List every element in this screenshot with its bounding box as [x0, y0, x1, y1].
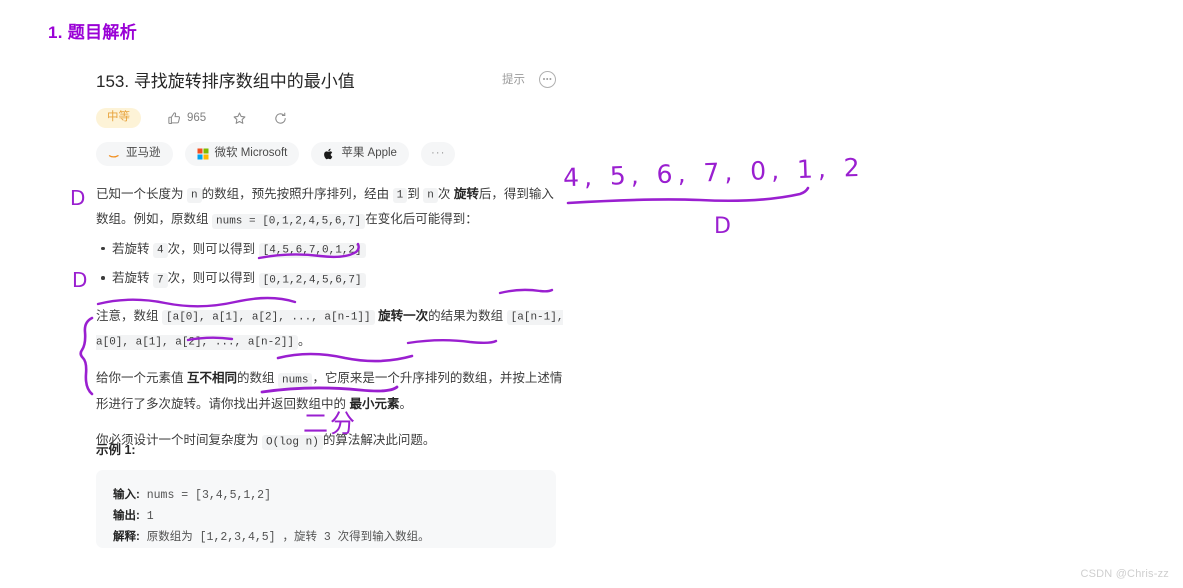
example-input-value: nums = [3,4,5,1,2]: [146, 489, 271, 502]
list-item: 若旋转 7 次，则可以得到 [0,1,2,4,5,6,7]: [101, 266, 564, 291]
p4-code-complexity: O(log n): [262, 434, 323, 450]
example-explain-label: 解释:: [113, 531, 140, 544]
p2-code-array-in: [a[0], a[1], a[2], ..., a[n-1]]: [162, 310, 375, 326]
description-paragraph-1: 已知一个长度为 n 的数组，预先按照升序排列，经由 1到 n次 旋转后，得到输入数…: [96, 182, 564, 233]
problem-description: 已知一个长度为 n 的数组，预先按照升序排列，经由 1到 n次 旋转后，得到输入数…: [96, 182, 564, 454]
example-output-value: 1: [146, 510, 154, 524]
p1-text-d: 次: [437, 186, 451, 201]
p3-text-b: 的数组: [237, 371, 275, 386]
problem-title-row: 153. 寻找旋转排序数组中的最小值 提示: [96, 64, 564, 94]
problem-meta-row: 中等 965: [96, 107, 564, 129]
bullet-2-array: [0,1,2,4,5,6,7]: [258, 272, 366, 288]
share-control[interactable]: [273, 111, 288, 126]
p3-text-d: 。: [399, 396, 413, 411]
problem-title-actions: 提示: [502, 70, 564, 88]
p1-text-f: 在变化后可能得到：: [365, 212, 478, 227]
bullet-2-text-a: 若旋转: [112, 271, 150, 286]
example-heading: 示例 1:: [96, 443, 136, 457]
p3-bold-min-element: 最小元素: [349, 396, 400, 411]
tag-apple[interactable]: 苹果 Apple: [311, 142, 409, 166]
margin-mark-two: D: [72, 268, 88, 292]
like-control[interactable]: 965: [167, 111, 206, 126]
bullet-1-array: [4,5,6,7,0,1,2]: [258, 243, 366, 259]
p3-text-a: 给你一个元素值: [96, 371, 184, 386]
example-output-line: 输出: 1: [113, 506, 556, 527]
p4-text-b: 的算法解决此问题。: [322, 433, 436, 448]
tag-amazon[interactable]: 亚马逊: [96, 142, 173, 166]
list-item: 若旋转 4 次，则可以得到 [4,5,6,7,0,1,2]: [101, 237, 564, 262]
p2-text-c: 。: [298, 333, 311, 348]
star-outline-icon: [233, 111, 246, 124]
p1-code-nums: nums = [0,1,2,4,5,6,7]: [212, 213, 366, 229]
problem-title[interactable]: 153. 寻找旋转排序数组中的最小值: [96, 67, 355, 92]
p3-code-nums: nums: [278, 372, 313, 388]
tag-label: 苹果 Apple: [341, 147, 397, 159]
company-tags: 亚马逊 微软 Microsoft 苹果 Apple ···: [96, 142, 564, 166]
example-input-line: 输入: nums = [3,4,5,1,2]: [113, 485, 556, 506]
problem-card: 153. 寻找旋转排序数组中的最小值 提示 中等 965 亚马逊 微软 Micr…: [96, 64, 564, 454]
description-paragraph-4: 你必须设计一个时间复杂度为 O(log n) 的算法解决此问题。: [96, 428, 564, 453]
underline-sequence: [566, 186, 810, 205]
more-dots-icon: ···: [430, 147, 446, 159]
hint-button[interactable]: 提示: [502, 71, 525, 87]
like-count: 965: [187, 112, 207, 124]
bullet-2-text-b: 次，则可以得到: [167, 271, 256, 286]
p2-text-a: 注意，数组: [96, 308, 159, 323]
thumbs-up-icon: [168, 111, 181, 124]
example-bullet-list: 若旋转 4 次，则可以得到 [4,5,6,7,0,1,2] 若旋转 7 次，则可以得…: [96, 237, 564, 292]
margin-mark-one: D: [70, 186, 86, 210]
description-paragraph-3: 给你一个元素值 互不相同的数组 nums ，它原来是一个升序排列的数组，并按上述情…: [96, 366, 564, 416]
circle-ellipsis-icon[interactable]: [539, 70, 556, 88]
example-code-block: 输入: nums = [3,4,5,1,2] 输出: 1 解释: 原数组为 [1…: [96, 470, 556, 548]
description-paragraph-2: 注意，数组 [a[0], a[1], a[2], ..., a[n-1]] 旋转…: [96, 304, 564, 355]
microsoft-logo: [197, 148, 208, 160]
bullet-1-text-b: 次，则可以得到: [167, 241, 256, 256]
share-refresh-icon: [275, 112, 286, 124]
handwritten-letter-d: D: [714, 214, 731, 239]
bullet-1-count: 4: [153, 243, 168, 259]
example-input-label: 输入:: [113, 489, 140, 501]
page-title: 1. 题目解析: [48, 23, 138, 42]
p1-code-n: n: [187, 188, 202, 204]
tag-more-button[interactable]: ···: [420, 142, 456, 166]
example-explain-line: 解释: 原数组为 [1,2,3,4,5] ，旋转 3 次得到输入数组。: [113, 527, 556, 548]
p1-text-a: 已知一个长度为: [96, 186, 184, 201]
p1-text-b: 的数组，预先按照升序排列，经由: [201, 186, 390, 201]
tag-label: 亚马逊: [126, 147, 161, 159]
bullet-1-text-a: 若旋转: [112, 241, 150, 256]
p1-text-c: 到: [407, 186, 420, 201]
p1-bold-rotate: 旋转: [453, 186, 479, 201]
apple-logo: [324, 148, 333, 160]
example-output-label: 输出:: [113, 510, 140, 523]
amazon-logo: [108, 154, 119, 158]
p2-bold-rotate-once: 旋转一次: [378, 308, 429, 323]
example-explain-value: 原数组为 [1,2,3,4,5] ，旋转 3 次得到输入数组。: [146, 531, 430, 545]
p3-bold-distinct: 互不相同: [187, 371, 238, 386]
status-badge: 中等: [96, 108, 141, 128]
handwritten-sequence: 4, 5, 6, 7, 0, 1, 2: [562, 152, 866, 193]
p1-code-1: 1: [392, 188, 408, 204]
bullet-2-count: 7: [153, 272, 168, 288]
tag-label: 微软 Microsoft: [214, 147, 288, 159]
watermark: CSDN @Chris-zz: [1080, 568, 1169, 580]
p2-text-b: 的结果为数组: [428, 308, 504, 323]
margin-curly-brace: [79, 316, 94, 396]
favorite-control[interactable]: [232, 111, 247, 126]
tag-microsoft[interactable]: 微软 Microsoft: [184, 142, 300, 166]
p1-code-n2: n: [423, 188, 438, 204]
